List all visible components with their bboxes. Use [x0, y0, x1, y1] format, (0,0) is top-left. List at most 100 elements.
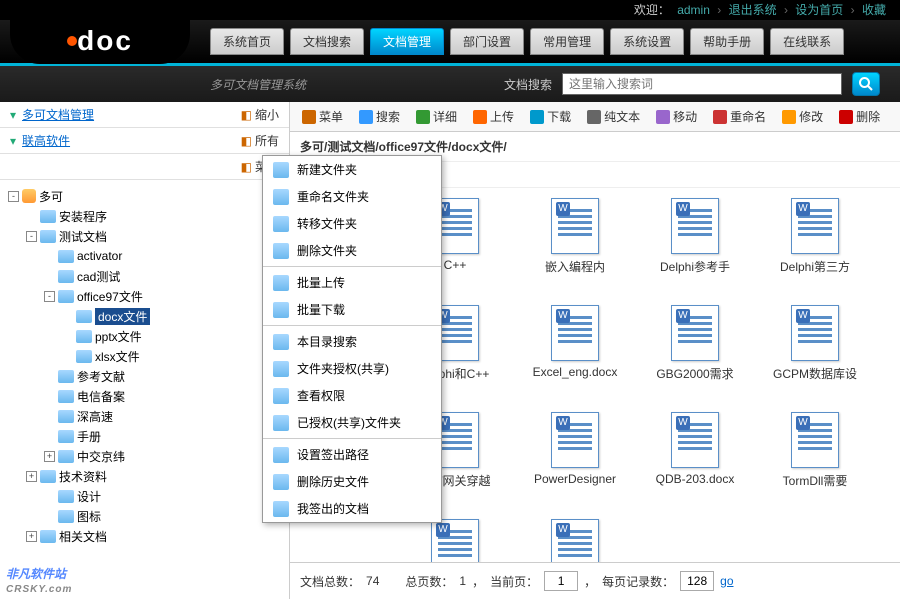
sep-icon: › [717, 3, 721, 17]
nav-tab-2[interactable]: 文档管理 [370, 28, 444, 55]
menu-item[interactable]: 已授权(共享)文件夹 [263, 409, 441, 436]
tree-node[interactable]: pptx文件 [0, 326, 289, 346]
docx-icon [671, 412, 719, 468]
file-item[interactable]: Torm树目组织 [410, 519, 500, 562]
file-item[interactable]: Delphi参考手 [650, 198, 740, 275]
file-item[interactable]: 嵌入编程内 [530, 198, 620, 275]
docx-icon [551, 412, 599, 468]
side-row-btn[interactable]: ◧缩小 [241, 106, 279, 123]
file-item[interactable]: Excel_eng.docx [530, 305, 620, 382]
toolbar-重命名[interactable]: 重命名 [709, 106, 770, 127]
file-item[interactable]: PowerDesigner [530, 412, 620, 489]
tree-node[interactable]: +技术资料 [0, 466, 289, 486]
docx-icon [791, 412, 839, 468]
nav-tab-6[interactable]: 帮助手册 [690, 28, 764, 55]
menu-item[interactable]: 转移文件夹 [263, 210, 441, 237]
file-item[interactable]: GCPM数据库设 [770, 305, 860, 382]
expand-icon[interactable]: ▾ [10, 108, 16, 122]
menu-item[interactable]: 设置签出路径 [263, 441, 441, 468]
search-input[interactable] [562, 73, 842, 95]
homepage-link[interactable]: 设为首页 [795, 3, 843, 17]
toolbar-详细[interactable]: 详细 [412, 106, 461, 127]
side-row-label[interactable]: 联高软件 [22, 132, 235, 149]
tree-label: 参考文献 [77, 368, 125, 385]
logout-link[interactable]: 退出系统 [729, 3, 777, 17]
menu-item[interactable]: 删除文件夹 [263, 237, 441, 264]
toolbar-删除[interactable]: 删除 [835, 106, 884, 127]
tree-node[interactable]: docx文件 [0, 306, 289, 326]
toolbar-修改[interactable]: 修改 [778, 106, 827, 127]
menu-item[interactable]: 批量下载 [263, 296, 441, 323]
menu-item[interactable]: 查看权限 [263, 382, 441, 409]
nav-tab-0[interactable]: 系统首页 [210, 28, 284, 55]
user-link[interactable]: admin [677, 3, 710, 17]
menu-icon [273, 447, 289, 463]
favorite-link[interactable]: 收藏 [862, 3, 886, 17]
tree-node[interactable]: -测试文档 [0, 226, 289, 246]
sub-header: 多可文档管理系统 文档搜索 [0, 66, 900, 102]
menu-label: 本目录搜索 [297, 333, 357, 350]
toggle-icon[interactable]: - [44, 291, 55, 302]
perpage-label: 每页记录数： [602, 573, 674, 590]
go-button[interactable]: go [720, 574, 733, 588]
toolbar-搜索[interactable]: 搜索 [355, 106, 404, 127]
file-item[interactable]: GBG2000需求 [650, 305, 740, 382]
tree-node[interactable]: xlsx文件 [0, 346, 289, 366]
file-item[interactable]: TormDll需要 [770, 412, 860, 489]
file-name: 嵌入编程内 [530, 258, 620, 275]
toggle-icon[interactable]: - [8, 191, 19, 202]
docx-icon [791, 305, 839, 361]
tree-node[interactable]: cad测试 [0, 266, 289, 286]
side-row-label[interactable]: 多可文档管理 [22, 106, 235, 123]
tree-node[interactable]: -多可 [0, 186, 289, 206]
tree-node[interactable]: 手册 [0, 426, 289, 446]
toolbar-上传[interactable]: 上传 [469, 106, 518, 127]
toolbar-下载[interactable]: 下载 [526, 106, 575, 127]
tree-node[interactable]: 设计 [0, 486, 289, 506]
tree-node[interactable]: 安装程序 [0, 206, 289, 226]
menu-item[interactable]: 本目录搜索 [263, 328, 441, 355]
toolbar-移动[interactable]: 移动 [652, 106, 701, 127]
menu-item[interactable]: 新建文件夹 [263, 156, 441, 183]
tree-node[interactable]: 电信备案 [0, 386, 289, 406]
side-row-btn[interactable]: ◧所有 [241, 132, 279, 149]
tree-node[interactable]: -office97文件 [0, 286, 289, 306]
file-item[interactable]: Delphi第三方 [770, 198, 860, 275]
menu-item[interactable]: 删除历史文件 [263, 468, 441, 495]
nav-tab-5[interactable]: 系统设置 [610, 28, 684, 55]
tree-node[interactable]: 参考文献 [0, 366, 289, 386]
file-item[interactable]: VFW说明(中 [530, 519, 620, 562]
file-item[interactable]: QDB-203.docx [650, 412, 740, 489]
tree-node[interactable]: +中交京纬 [0, 446, 289, 466]
menu-item[interactable]: 重命名文件夹 [263, 183, 441, 210]
toolbar-纯文本[interactable]: 纯文本 [583, 106, 644, 127]
toggle-icon[interactable]: + [26, 471, 37, 482]
toggle-icon[interactable]: + [26, 531, 37, 542]
file-name: Delphi第三方 [770, 258, 860, 275]
nav-tab-4[interactable]: 常用管理 [530, 28, 604, 55]
current-page-input[interactable] [544, 571, 578, 591]
tree-node[interactable]: activator [0, 246, 289, 266]
total-pages-value: 1 [459, 574, 466, 588]
nav-tab-3[interactable]: 部门设置 [450, 28, 524, 55]
tree-node[interactable]: 深高速 [0, 406, 289, 426]
search-button[interactable] [852, 72, 880, 96]
tree-node[interactable]: 图标 [0, 506, 289, 526]
perpage-input[interactable] [680, 571, 714, 591]
docx-icon [551, 198, 599, 254]
expand-icon[interactable]: ▾ [10, 134, 16, 148]
menu-item[interactable]: 我签出的文档 [263, 495, 441, 522]
menu-item[interactable]: 批量上传 [263, 269, 441, 296]
nav-tab-1[interactable]: 文档搜索 [290, 28, 364, 55]
nav-tab-7[interactable]: 在线联系 [770, 28, 844, 55]
menu-item[interactable]: 文件夹授权(共享) [263, 355, 441, 382]
toggle-icon[interactable]: + [44, 451, 55, 462]
folder-icon [58, 270, 74, 283]
menu-icon [273, 415, 289, 431]
toggle-icon[interactable]: - [26, 231, 37, 242]
tree-node[interactable]: +相关文档 [0, 526, 289, 546]
search-icon [858, 76, 874, 92]
toolbar-菜单[interactable]: 菜单 [298, 106, 347, 127]
folder-icon [40, 210, 56, 223]
menu-label: 设置签出路径 [297, 446, 369, 463]
